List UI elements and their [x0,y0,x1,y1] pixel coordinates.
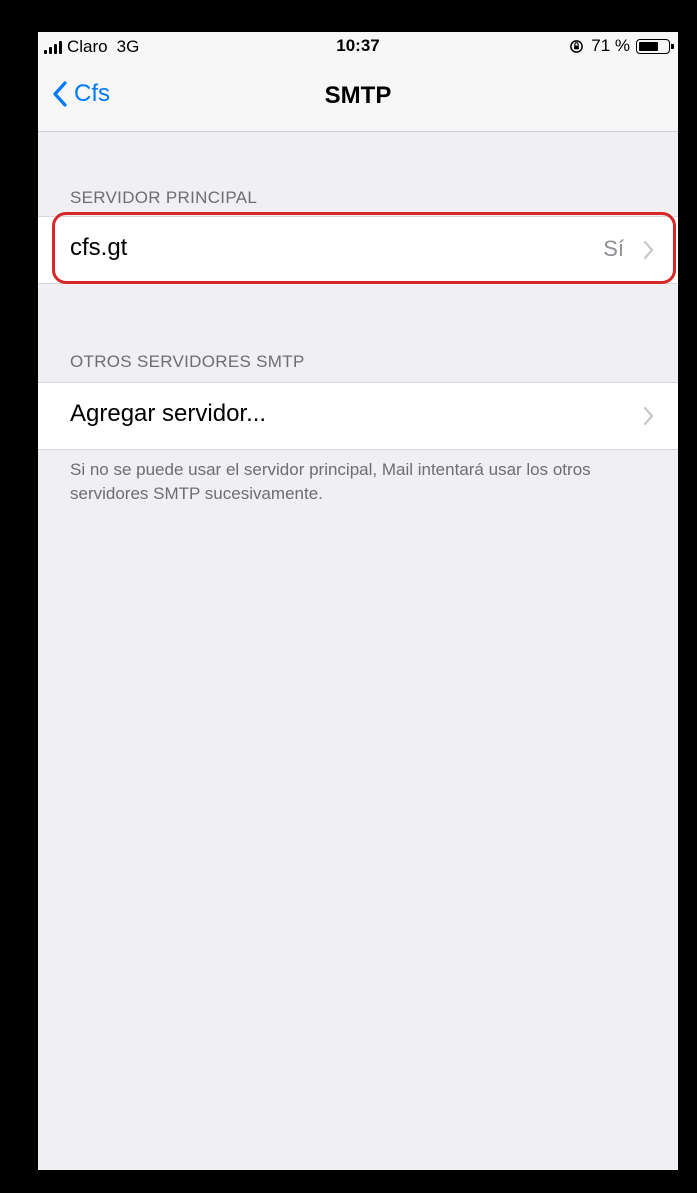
add-server-cell[interactable]: Agregar servidor... [38,382,678,450]
battery-fill [639,41,658,51]
primary-server-cell[interactable]: cfs.gt Sí [38,216,678,284]
add-server-label: Agregar servidor... [70,400,267,427]
section-header-other: OTROS SERVIDORES SMTP [70,352,305,371]
battery-percent: 71 % [591,36,630,55]
primary-server-status: Sí [603,236,624,261]
status-bar: Claro 3G 10:37 71 % [38,32,678,62]
section-footer-note: Si no se puede usar el servidor principa… [70,460,591,503]
navigation-bar: Cfs SMTP [38,62,678,132]
battery-cap [671,43,674,49]
section-header-primary: SERVIDOR PRINCIPAL [70,188,258,207]
battery-icon [636,38,674,54]
chevron-right-icon [643,406,654,426]
status-right: 71 % [569,36,674,56]
primary-server-name: cfs.gt [70,234,128,261]
page-title: SMTP [324,82,392,109]
phone-screen: Claro 3G 10:37 71 % Cfs SMTP SERVIDOR PR [38,32,678,1170]
chevron-right-icon [643,240,654,260]
rotation-lock-icon [570,39,584,53]
